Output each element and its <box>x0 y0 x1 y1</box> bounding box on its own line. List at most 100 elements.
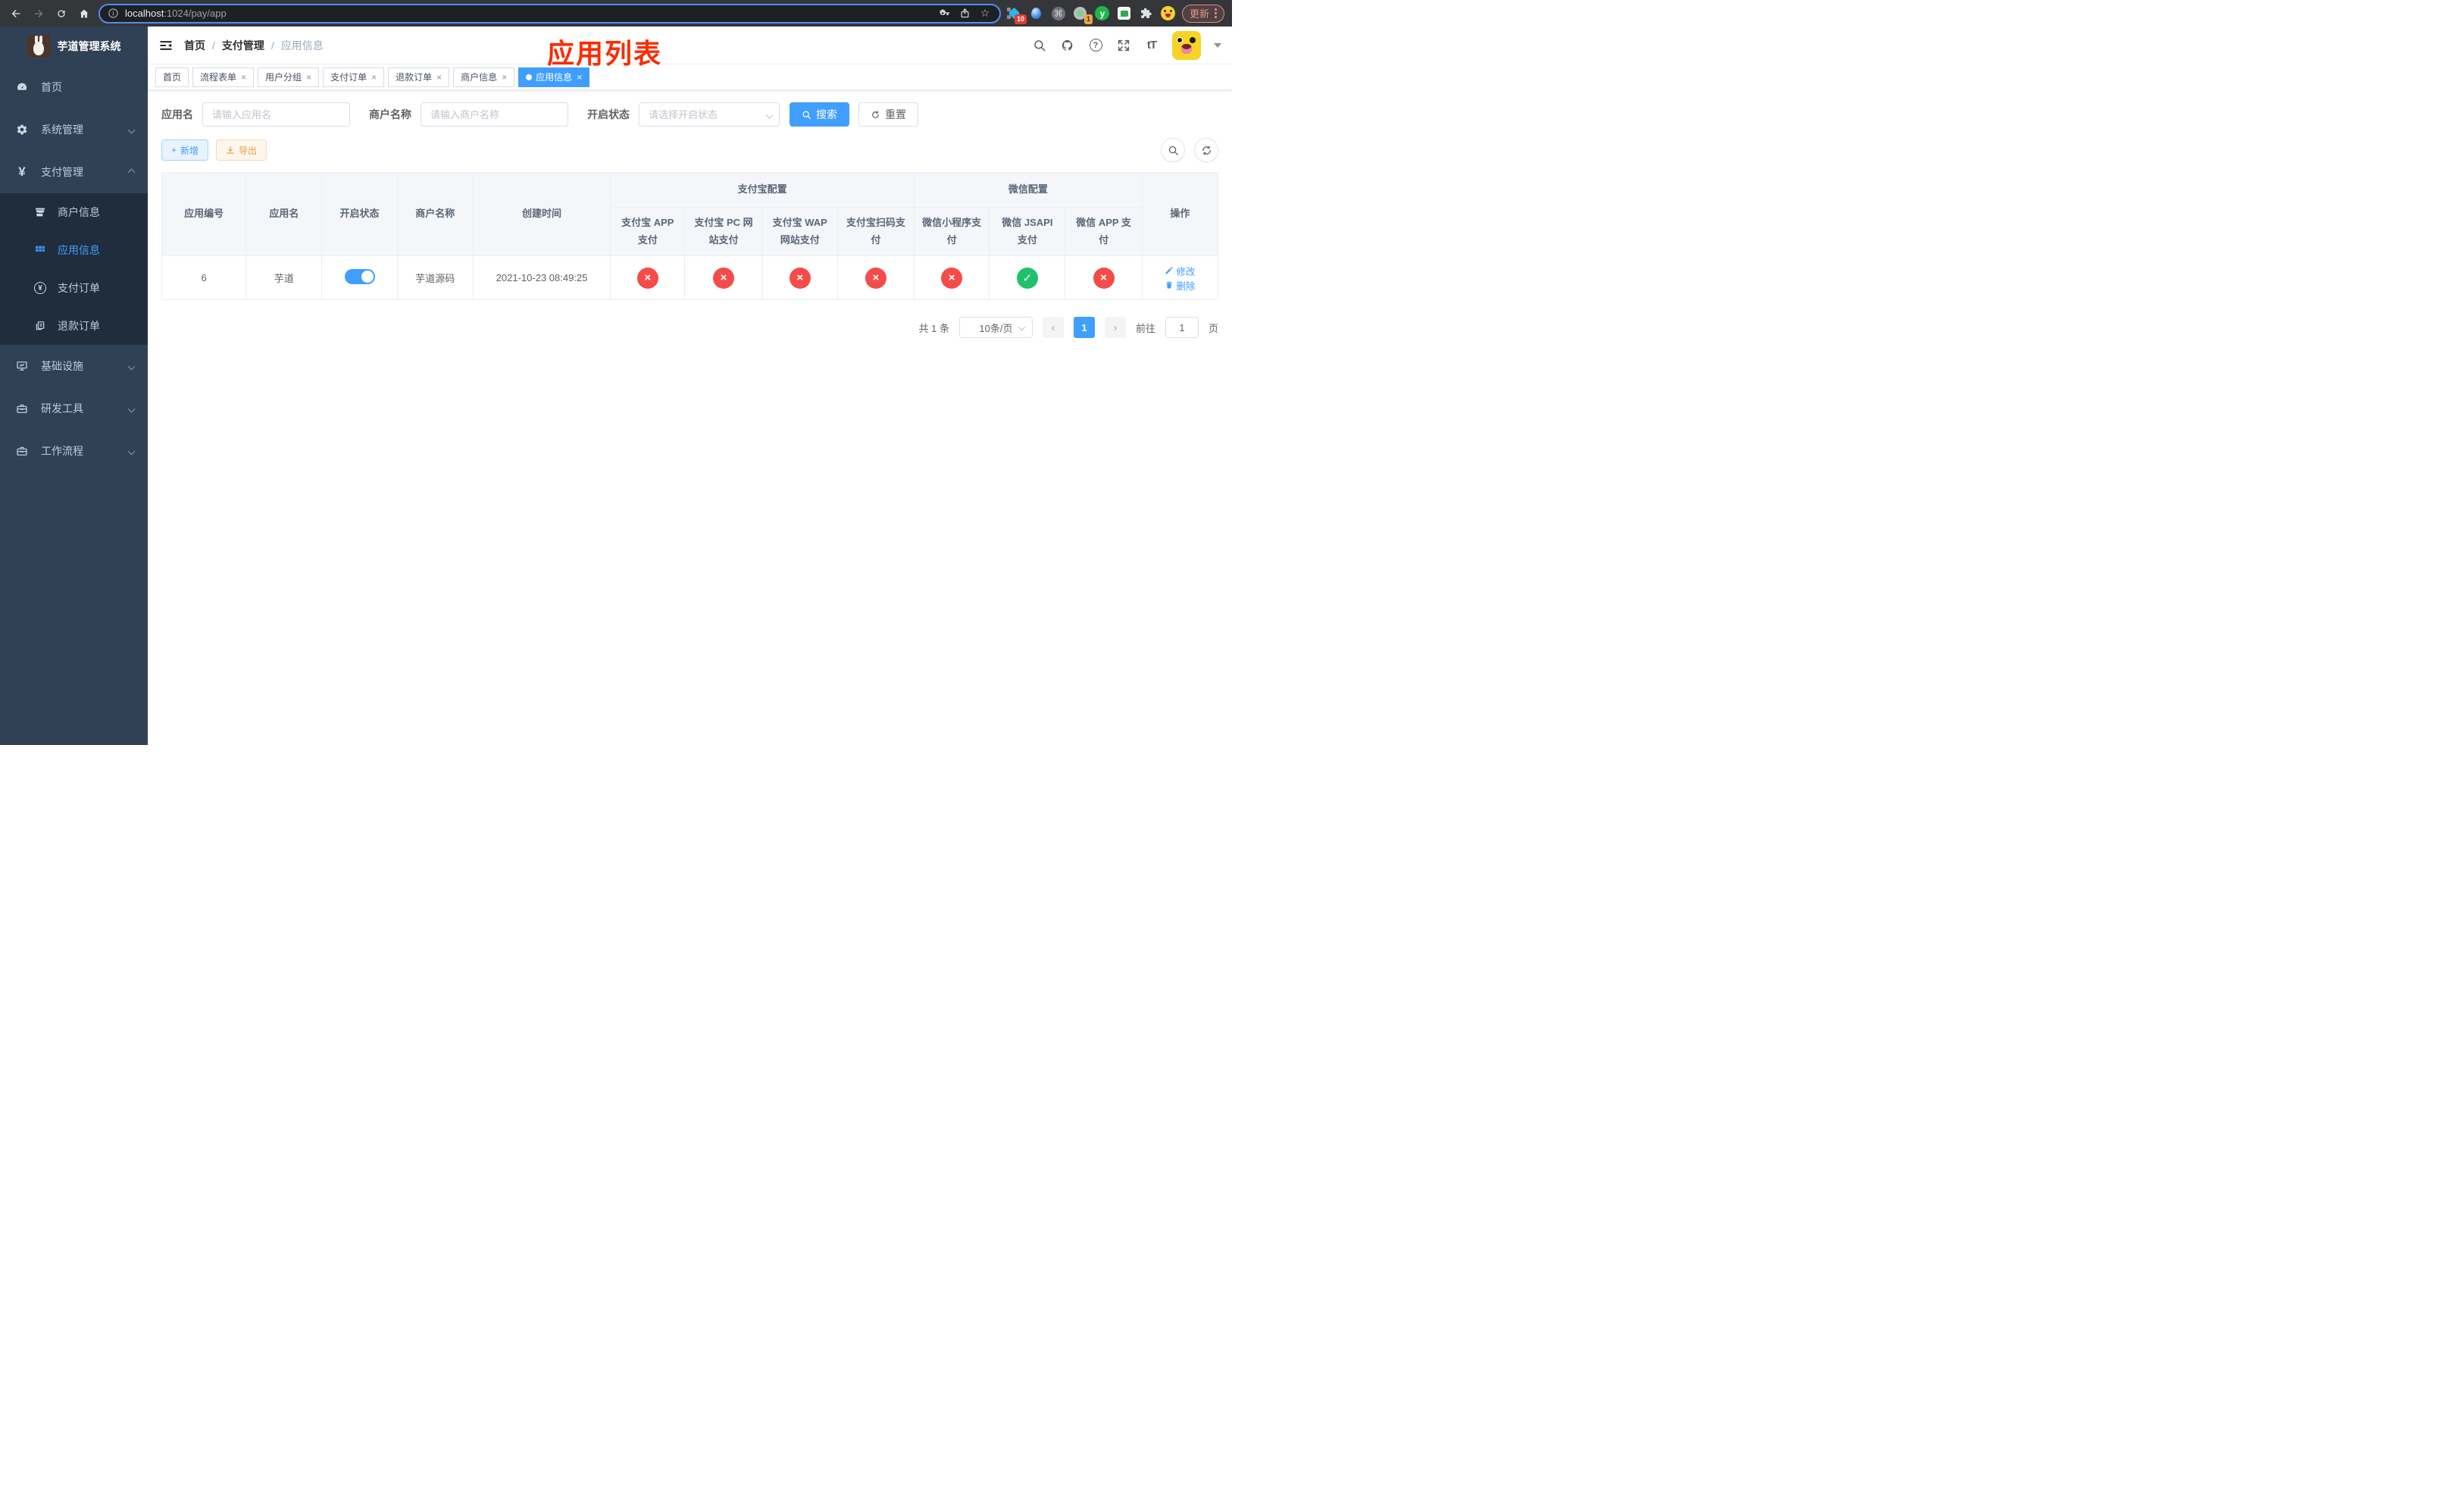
trash-icon <box>1166 281 1173 289</box>
top-navbar: 首页 / 支付管理 / 应用信息 ? tT <box>148 27 1232 64</box>
app-logo[interactable]: 芋道管理系统 <box>0 27 148 66</box>
col-app-name: 应用名 <box>245 172 323 256</box>
status-toggle[interactable] <box>344 269 375 284</box>
delete-link[interactable]: 删除 <box>1165 278 1195 293</box>
extension-diamond-icon[interactable]: 10 <box>1006 6 1027 24</box>
col-alipay-qr: 支付宝扫码支付 <box>836 207 915 256</box>
sidebar-item-home[interactable]: 首页 <box>0 66 148 108</box>
sidebar-item-infrastructure[interactable]: 基础设施 <box>0 345 148 387</box>
export-button[interactable]: 导出 <box>216 139 267 161</box>
extension-y-icon[interactable]: y <box>1095 6 1110 21</box>
home-icon[interactable] <box>76 5 92 22</box>
total-count: 共 1 条 <box>918 322 949 334</box>
sidebar-item-payment[interactable]: ¥ 支付管理 <box>0 151 148 193</box>
search-button[interactable]: 搜索 <box>790 102 849 127</box>
back-icon[interactable] <box>8 5 24 22</box>
cell-app-name: 芋道 <box>245 255 323 300</box>
prev-page-button[interactable]: ‹ <box>1042 317 1064 338</box>
extension-command-icon[interactable]: ⌘ <box>1051 6 1066 21</box>
site-info-icon[interactable] <box>108 8 119 19</box>
plus-icon: + <box>171 145 177 155</box>
tab-pay-order[interactable]: 支付订单 × <box>323 67 385 87</box>
tab-merchant-info[interactable]: 商户信息 × <box>453 67 515 87</box>
bookmark-star-icon[interactable]: ☆ <box>978 7 992 20</box>
sidebar-item-pay-order[interactable]: ¥ 支付订单 <box>0 269 148 307</box>
cell-created: 2021-10-23 08:49:25 <box>472 255 611 300</box>
status-select[interactable] <box>639 102 780 127</box>
extensions-puzzle-icon[interactable] <box>1139 6 1154 21</box>
menu-kebab-icon[interactable] <box>1215 8 1217 18</box>
payment-submenu: 商户信息 应用信息 ¥ 支付订单 退款订单 <box>0 193 148 345</box>
reload-icon[interactable] <box>53 5 70 22</box>
update-label: 更新 <box>1189 8 1209 20</box>
user-menu-caret-icon[interactable] <box>1214 42 1221 48</box>
sidebar-item-workflow[interactable]: 工作流程 <box>0 430 148 472</box>
page-number-1[interactable]: 1 <box>1073 317 1095 338</box>
alipay-wap-status-icon <box>789 267 811 289</box>
refresh-button[interactable] <box>1194 138 1218 162</box>
page-annotation-title: 应用列表 <box>547 38 663 69</box>
sidebar-item-label: 退款订单 <box>58 320 100 332</box>
avatar[interactable] <box>1172 30 1201 60</box>
sidebar-item-refund-order[interactable]: 退款订单 <box>0 307 148 345</box>
app-title: 芋道管理系统 <box>57 40 121 52</box>
font-size-icon[interactable]: tT <box>1144 38 1159 53</box>
close-icon[interactable]: × <box>502 72 507 83</box>
merchant-name-input[interactable] <box>421 102 568 127</box>
help-icon[interactable]: ? <box>1088 38 1103 53</box>
toolbox-icon <box>15 402 29 415</box>
reset-button[interactable]: 重置 <box>858 102 918 127</box>
address-bar[interactable]: localhost:1024/pay/app ☆ <box>98 3 1001 23</box>
extension-chat-icon[interactable] <box>1117 6 1132 21</box>
show-search-button[interactable] <box>1161 138 1185 162</box>
sidebar-item-merchant-info[interactable]: 商户信息 <box>0 193 148 231</box>
add-button[interactable]: + 新增 <box>161 139 209 161</box>
browser-toolbar: localhost:1024/pay/app ☆ 10 ⌘ 1 y 更新 <box>0 0 1232 27</box>
breadcrumb-home[interactable]: 首页 <box>184 38 205 53</box>
password-key-icon[interactable] <box>939 7 952 20</box>
sidebar-item-dev-tools[interactable]: 研发工具 <box>0 387 148 430</box>
close-icon[interactable]: × <box>577 72 582 83</box>
tab-refund-order[interactable]: 退款订单 × <box>388 67 450 87</box>
tab-user-group[interactable]: 用户分组 × <box>258 67 320 87</box>
sidebar-item-label: 支付管理 <box>41 166 83 178</box>
search-icon[interactable] <box>1032 38 1047 53</box>
alipay-qr-status-icon <box>865 267 886 289</box>
breadcrumb-payment[interactable]: 支付管理 <box>222 38 264 53</box>
chrome-update-button[interactable]: 更新 <box>1181 4 1224 23</box>
chevron-down-icon <box>127 405 136 412</box>
close-icon[interactable]: × <box>241 72 246 83</box>
close-icon[interactable]: × <box>306 72 311 83</box>
table-tools <box>1161 138 1218 162</box>
next-page-button[interactable]: › <box>1104 317 1126 338</box>
monitor-icon <box>15 359 29 373</box>
tab-home[interactable]: 首页 <box>155 67 189 87</box>
sidebar-item-system[interactable]: 系统管理 <box>0 108 148 151</box>
toolbox-icon <box>15 444 29 458</box>
extension-recorder-icon[interactable]: 1 <box>1073 6 1093 24</box>
sidebar-collapse-icon[interactable] <box>148 27 184 64</box>
app-name-input[interactable] <box>202 102 350 127</box>
forward-icon[interactable] <box>30 5 47 22</box>
goto-page-input[interactable] <box>1165 317 1199 338</box>
sidebar-item-label: 商户信息 <box>58 206 100 218</box>
app-table: 应用编号 应用名 开启状态 商户名称 创建时间 支付宝配置 微信配置 操作 支付… <box>161 172 1219 300</box>
tab-process-form[interactable]: 流程表单 × <box>192 67 255 87</box>
extension-balloon-icon[interactable] <box>1029 6 1044 21</box>
page-size-select[interactable]: 10条/页 <box>958 317 1033 338</box>
close-icon[interactable]: × <box>436 72 442 83</box>
share-icon[interactable] <box>958 7 972 20</box>
edit-link[interactable]: 修改 <box>1165 264 1195 278</box>
github-icon[interactable] <box>1060 38 1075 53</box>
sidebar-item-app-info[interactable]: 应用信息 <box>0 231 148 269</box>
fullscreen-icon[interactable] <box>1116 38 1131 53</box>
extension-badge: 1 <box>1083 14 1093 24</box>
cell-app-id: 6 <box>161 255 247 300</box>
close-icon[interactable]: × <box>371 72 377 83</box>
chevron-down-icon <box>127 126 136 133</box>
col-status: 开启状态 <box>321 172 398 256</box>
gear-icon <box>15 123 29 136</box>
chevron-down-icon <box>127 447 136 455</box>
page-unit-label: 页 <box>1208 322 1218 334</box>
extension-emoji-icon[interactable] <box>1161 6 1176 21</box>
